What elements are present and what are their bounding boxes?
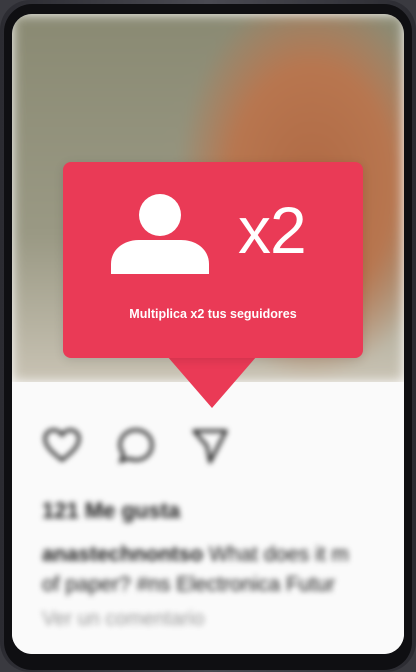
likes-count[interactable]: 121 Me gusta: [42, 498, 180, 524]
multiplier-label: x2: [238, 193, 307, 267]
post-actions: [42, 426, 230, 466]
post-caption: anastechnontso What does it m of paper? …: [42, 540, 404, 600]
popup-pointer: [167, 356, 257, 408]
popup-message: Multiplica x2 tus seguidores: [129, 307, 297, 321]
view-comments-link[interactable]: Ver un comentario: [42, 608, 204, 631]
caption-username[interactable]: anastechnontso: [42, 543, 203, 566]
post-footer: 121 Me gusta anastechnontso What does it…: [12, 382, 404, 654]
comment-icon[interactable]: [116, 426, 156, 466]
user-icon: [111, 194, 209, 274]
followers-promo-popup: x2 Multiplica x2 tus seguidores: [63, 162, 363, 358]
caption-text: What does it m: [203, 543, 349, 566]
heart-icon[interactable]: [42, 426, 82, 466]
caption-text-line2: of paper? #ns Electronica Futur: [42, 573, 335, 596]
share-icon[interactable]: [190, 426, 230, 466]
